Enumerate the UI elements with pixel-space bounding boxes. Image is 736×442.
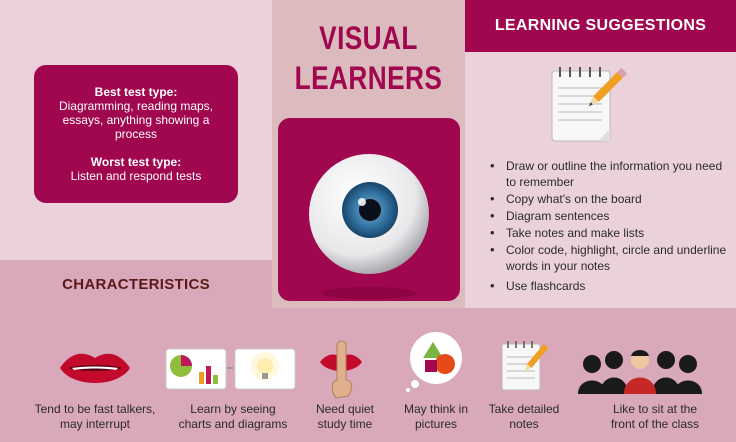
characteristic-front-of-class: Like to sit at the front of the class (582, 402, 728, 432)
title-line-1: VISUAL (319, 20, 418, 56)
best-test-text: Diagramming, reading maps, essays, anyth… (58, 99, 214, 141)
characteristic-line: Take detailed (488, 402, 560, 416)
characteristic-notes: Take detailed notes (474, 402, 574, 432)
suggestions-list: Draw or outline the information you need… (488, 158, 728, 295)
page-title: VISUAL LEARNERS (289, 18, 447, 98)
classroom-front-row-icon (578, 350, 702, 394)
characteristic-line: charts and diagrams (178, 417, 288, 431)
thought-bubble-shapes-icon (406, 332, 462, 392)
notepad-icon (501, 341, 549, 391)
characteristic-line: Tend to be fast talkers, (34, 402, 156, 416)
characteristic-pictures: May think in pictures (386, 402, 486, 432)
finger-on-lips-icon (320, 340, 362, 399)
title-line-2: LEARNERS (294, 60, 443, 96)
characteristic-fast-talkers: Tend to be fast talkers, may interrupt (20, 402, 170, 432)
characteristic-line: front of the class (610, 417, 700, 431)
characteristic-line: Learn by seeing (190, 402, 276, 416)
eye-box (278, 118, 460, 301)
eyeball-icon (309, 154, 429, 299)
charts-icon (165, 348, 296, 390)
characteristic-line: may interrupt (59, 417, 131, 431)
best-test-heading: Best test type: (94, 85, 178, 99)
suggestion-item: Diagram sentences (488, 208, 728, 224)
suggestion-item: Draw or outline the information you need… (488, 158, 728, 190)
suggestion-item: Color code, highlight, circle and underl… (488, 242, 728, 274)
worst-test-text: Listen and respond tests (70, 169, 202, 183)
characteristic-line: pictures (414, 417, 458, 431)
characteristic-line: Need quiet (315, 402, 375, 416)
worst-test-heading: Worst test type: (90, 155, 182, 169)
characteristic-line: Like to sit at the (612, 402, 698, 416)
notepad-pencil-icon (551, 67, 628, 142)
characteristic-line: study time (317, 417, 373, 431)
suggestions-heading: LEARNING SUGGESTIONS (465, 0, 736, 52)
suggestion-item: Take notes and make lists (488, 225, 728, 241)
test-type-box: Best test type: Diagramming, reading map… (34, 65, 238, 203)
characteristic-line: notes (509, 417, 539, 431)
characteristic-line: May think in (403, 402, 469, 416)
suggestion-item: Copy what's on the board (488, 191, 728, 207)
characteristics-heading: CHARACTERISTICS (62, 276, 210, 293)
suggestion-item: Use flashcards (488, 278, 728, 294)
characteristic-charts: Learn by seeing charts and diagrams (160, 402, 306, 432)
characteristic-quiet-study: Need quiet study time (300, 402, 390, 432)
lips-icon (60, 353, 130, 383)
